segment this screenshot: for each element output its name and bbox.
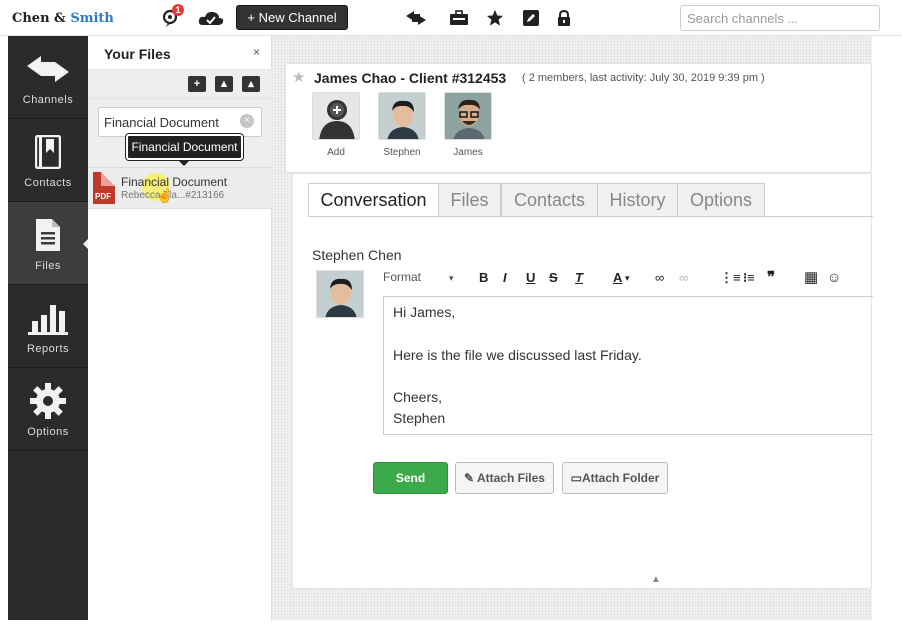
format-dropdown[interactable]: Format — [383, 270, 421, 284]
close-icon[interactable]: × — [253, 45, 260, 59]
bulleted-list-icon[interactable]: ⁝≡ — [743, 270, 755, 286]
briefcase-icon[interactable] — [447, 6, 471, 30]
nav-reports-label: Reports — [26, 343, 70, 355]
format-chevron-icon[interactable]: ▾ — [449, 273, 454, 284]
collapse-caret-icon[interactable]: ▲ — [651, 574, 661, 585]
tab-divider — [308, 216, 873, 217]
nav-channels-label: Channels — [22, 94, 74, 106]
pdf-file-icon: PDF — [93, 172, 115, 204]
file-name: Financial Document — [121, 175, 228, 189]
search-channels-input[interactable] — [680, 5, 880, 31]
upload-folder-icon[interactable]: ▴ — [242, 76, 260, 92]
main-area: ★ James Chao - Client #312453 ( 2 member… — [272, 36, 873, 620]
editor-toolbar: Format ▾ B I U S T A ▾ ∞ ∞ ⋮≡ ⁝≡ ❞ ▦ ☺ — [383, 268, 873, 292]
channel-meta: ( 2 members, last activity: July 30, 201… — [522, 72, 765, 84]
channel-header-card: ★ James Chao - Client #312453 ( 2 member… — [285, 63, 872, 173]
italic-icon[interactable]: I — [503, 270, 507, 285]
link-icon[interactable]: ∞ — [655, 270, 664, 285]
gear-icon — [8, 383, 88, 419]
conversation-card: Conversation Files Contacts History Opti… — [292, 173, 873, 589]
edit-icon[interactable] — [519, 6, 543, 30]
message-author: Stephen Chen — [312, 247, 402, 263]
tooltip-tail — [178, 160, 190, 166]
files-panel: Your Files × + ▲ ▴ × PDF Financial Docum… — [88, 36, 272, 620]
tab-options[interactable]: Options — [677, 183, 765, 217]
add-member[interactable]: Add — [311, 92, 361, 158]
blockquote-icon[interactable]: ❞ — [767, 268, 775, 286]
tab-contacts[interactable]: Contacts — [501, 183, 598, 217]
star-icon[interactable] — [483, 6, 507, 30]
nav-contacts[interactable]: Contacts — [8, 119, 88, 202]
message-editor[interactable]: Hi James, Here is the file we discussed … — [383, 296, 873, 435]
file-tooltip: Financial Document — [125, 133, 244, 161]
message-line: Cheers, — [393, 389, 443, 405]
files-toolbar: + ▲ ▴ — [88, 69, 272, 99]
font-color-icon[interactable]: A — [613, 270, 622, 285]
underline-icon[interactable]: U — [526, 270, 535, 285]
favorite-star-icon[interactable]: ★ — [292, 68, 305, 86]
nav-options[interactable]: Options — [8, 368, 88, 451]
nav-reports[interactable]: Reports — [8, 285, 88, 368]
send-button[interactable]: Send — [373, 462, 448, 494]
upload-file-icon[interactable]: ▲ — [215, 76, 233, 92]
numbered-list-icon[interactable]: ⋮≡ — [720, 270, 741, 286]
attach-files-button[interactable]: ✎ Attach Files — [455, 462, 554, 494]
add-file-icon[interactable]: + — [188, 76, 206, 92]
member-stephen[interactable]: Stephen — [377, 92, 427, 158]
tab-history[interactable]: History — [597, 183, 678, 217]
left-navigation: Channels Contacts Files Reports Options — [8, 36, 89, 620]
files-panel-title: Your Files — [104, 46, 171, 62]
hand-cursor-icon: ☝ — [156, 187, 174, 203]
member-name: Stephen — [383, 147, 421, 158]
tab-files[interactable]: Files — [438, 183, 501, 217]
top-bar: Chen & Smith 1 + New Channel — [0, 0, 902, 36]
nav-contacts-label: Contacts — [24, 177, 72, 189]
file-list-item[interactable]: PDF Financial Document Rebecca Tla...#21… — [88, 167, 272, 209]
nav-files[interactable]: Files — [8, 202, 89, 285]
bar-chart-icon — [8, 300, 88, 336]
clear-search-icon[interactable]: × — [240, 114, 254, 128]
add-member-avatar — [312, 92, 360, 140]
files-panel-header: Your Files × — [88, 36, 272, 69]
channel-title: James Chao - Client #312453 — [314, 70, 507, 86]
font-color-chevron-icon[interactable]: ▾ — [625, 273, 630, 284]
avatar — [444, 92, 492, 140]
avatar — [378, 92, 426, 140]
cloud-icon[interactable] — [197, 6, 225, 30]
nav-files-label: Files — [35, 260, 61, 272]
author-avatar — [316, 270, 364, 318]
clear-format-icon[interactable]: T — [575, 270, 583, 285]
bold-icon[interactable]: B — [479, 270, 488, 285]
emoji-icon[interactable]: ☺ — [827, 269, 841, 285]
transfer-icon[interactable] — [404, 6, 428, 30]
arrows-icon — [8, 51, 88, 87]
notification-badge: 1 — [172, 4, 184, 16]
unlink-icon[interactable]: ∞ — [679, 270, 688, 285]
attach-folder-button[interactable]: ▭Attach Folder — [562, 462, 668, 494]
message-line: Here is the file we discussed last Frida… — [393, 347, 642, 363]
paperclip-icon: ✎ — [464, 471, 475, 485]
nav-options-label: Options — [27, 426, 69, 438]
new-channel-button[interactable]: + New Channel — [236, 5, 348, 30]
folder-icon: ▭ — [570, 471, 582, 485]
member-name: Add — [327, 147, 345, 158]
lock-icon[interactable] — [552, 6, 576, 30]
files-search-input[interactable] — [98, 107, 262, 137]
app-logo[interactable]: Chen & Smith — [12, 11, 114, 26]
bottom-margin — [0, 620, 902, 637]
member-name: James — [453, 147, 483, 158]
message-line: Hi James, — [393, 304, 456, 320]
message-line: Stephen — [393, 410, 446, 426]
table-icon[interactable]: ▦ — [804, 268, 818, 286]
strikethrough-icon[interactable]: S — [549, 270, 558, 285]
tab-conversation[interactable]: Conversation — [308, 183, 439, 217]
contacts-book-icon — [8, 134, 88, 170]
file-icon — [8, 217, 88, 253]
member-james[interactable]: James — [443, 92, 493, 158]
nav-channels[interactable]: Channels — [8, 36, 88, 119]
